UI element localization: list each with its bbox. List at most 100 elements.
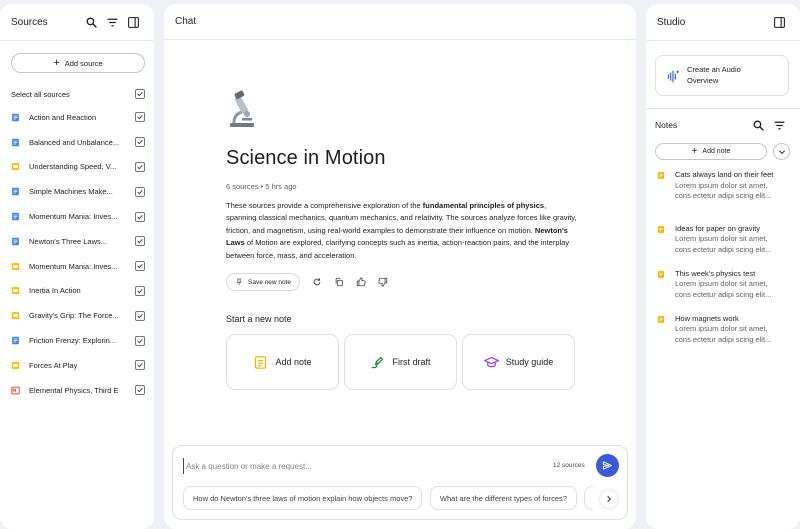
study-guide-card[interactable]: Study guide xyxy=(462,334,575,391)
source-item[interactable]: Forces At Play xyxy=(0,353,154,378)
copy-icon[interactable] xyxy=(328,273,350,291)
note-icon xyxy=(658,270,664,278)
document-icon xyxy=(12,113,19,122)
source-item[interactable]: Elemental Physics, Third E xyxy=(0,378,154,403)
chevron-right-icon xyxy=(607,495,612,503)
regenerate-icon[interactable] xyxy=(306,273,328,291)
source-checkbox[interactable] xyxy=(135,236,145,247)
note-item[interactable]: Ideas for paper on gravity Lorem ipsum do… xyxy=(657,215,790,260)
suggestion-chip[interactable]: What are the different types of forces? xyxy=(429,486,577,510)
source-label: Simple Machines Make... xyxy=(29,187,113,197)
notebook-title: Science in Motion xyxy=(226,147,386,169)
pin-icon xyxy=(236,278,242,286)
source-checkbox[interactable] xyxy=(135,360,145,371)
source-checkbox[interactable] xyxy=(135,137,145,148)
source-item[interactable]: Gravity's Grip: The Force... xyxy=(0,303,154,328)
source-item[interactable]: Balanced and Unbalance... xyxy=(0,130,154,155)
notebook-meta: 6 sources • 5 hrs ago xyxy=(226,182,297,191)
save-note-button[interactable]: Save new note xyxy=(226,273,301,292)
audio-overview-line-1: Create an Audio xyxy=(687,65,741,74)
summary-text-3: of Motion are explored, clarifying conce… xyxy=(226,238,570,260)
slides-icon xyxy=(11,287,20,295)
chat-input[interactable] xyxy=(183,458,523,474)
source-checkbox[interactable] xyxy=(135,186,145,197)
send-button[interactable] xyxy=(596,454,619,477)
audio-overview-button[interactable]: Create an Audio Overview xyxy=(655,55,789,96)
add-note-row: + Add note xyxy=(655,143,790,160)
note-title: Cats always land on their feet xyxy=(675,170,774,179)
note-text: This week's physics test Lorem ipsum dolo… xyxy=(675,269,785,306)
summary-actions: Save new note xyxy=(226,273,578,292)
source-checkbox[interactable] xyxy=(135,310,145,321)
source-item[interactable]: Inertia In Action xyxy=(0,279,154,304)
note-title: How magnets work xyxy=(675,313,739,323)
note-preview: Lorem ipsum dolor sit amet, cons ectetur… xyxy=(675,324,772,344)
studio-panel: Studio Create an Audio Overview Notes + xyxy=(646,4,800,529)
microscope-icon xyxy=(230,90,254,127)
source-item[interactable]: Newton's Three Laws... xyxy=(0,229,154,254)
chevron-down-icon xyxy=(778,149,785,154)
search-icon[interactable] xyxy=(749,116,767,134)
chat-panel: Chat Science in Motion 6 sources • 5 hrs… xyxy=(164,4,636,529)
add-note-button[interactable]: + Add note xyxy=(655,143,767,160)
source-checkbox[interactable] xyxy=(135,261,145,272)
notes-list: Cats always land on their feet Lorem ipsu… xyxy=(646,170,800,350)
add-note-card[interactable]: Add note xyxy=(226,334,339,391)
note-text: Ideas for paper on gravity Lorem ipsum do… xyxy=(675,224,785,261)
study-guide-card-label: Study guide xyxy=(505,357,554,368)
select-all-checkbox[interactable] xyxy=(135,89,145,99)
next-suggestions-button[interactable] xyxy=(600,490,618,508)
source-label: Elemental Physics, Third E xyxy=(29,385,119,395)
source-label: Friction Frenzy: Explorin... xyxy=(29,336,117,346)
source-item[interactable]: Momentum Mania: Inves... xyxy=(0,254,154,279)
sources-header: Sources xyxy=(0,4,154,40)
first-draft-card[interactable]: First draft xyxy=(344,334,457,391)
studio-header: Studio xyxy=(646,4,800,40)
studio-title: Studio xyxy=(657,16,686,28)
document-icon xyxy=(12,188,19,196)
collapse-panel-icon[interactable] xyxy=(770,13,788,31)
first-draft-card-label: First draft xyxy=(392,357,431,368)
add-source-button[interactable]: + Add source xyxy=(11,53,145,73)
note-item[interactable]: How magnets work Lorem ipsum dolor sit am… xyxy=(657,305,790,350)
select-all-label: Select all sources xyxy=(11,89,70,99)
sources-panel: Sources + Add source Select all sources … xyxy=(0,4,154,529)
draft-icon xyxy=(371,356,384,369)
source-checkbox[interactable] xyxy=(135,211,145,222)
note-icon xyxy=(658,172,664,179)
thumbs-down-icon[interactable] xyxy=(372,273,394,291)
note-item[interactable]: This week's physics test Lorem ipsum dolo… xyxy=(657,260,790,305)
suggestion-chip[interactable] xyxy=(584,486,593,510)
suggestion-chip[interactable]: How do Newton's three laws of motion exp… xyxy=(183,486,423,510)
document-icon xyxy=(12,336,19,345)
note-item[interactable]: Cats always land on their feet Lorem ipsu… xyxy=(657,170,790,215)
source-checkbox[interactable] xyxy=(135,335,145,346)
note-text: Cats always land on their feet Lorem ipsu… xyxy=(675,170,785,215)
source-item[interactable]: Action and Reaction xyxy=(0,105,154,130)
collapse-panel-icon[interactable] xyxy=(124,13,142,31)
source-item[interactable]: Understanding Speed, V... xyxy=(0,155,154,180)
source-item[interactable]: Simple Machines Make... xyxy=(0,179,154,204)
pdf-icon xyxy=(11,386,20,394)
select-all-row[interactable]: Select all sources xyxy=(0,83,154,105)
source-label: Gravity's Grip: The Force... xyxy=(29,311,119,321)
source-checkbox[interactable] xyxy=(135,112,145,123)
source-label: Forces At Play xyxy=(29,360,78,370)
expand-notes-button[interactable] xyxy=(773,143,790,160)
add-source-label: Add source xyxy=(64,58,103,68)
filter-icon[interactable] xyxy=(770,116,788,134)
add-note-label: Add note xyxy=(702,148,731,155)
save-note-label: Save new note xyxy=(248,278,292,286)
filter-icon[interactable] xyxy=(103,13,121,31)
source-checkbox[interactable] xyxy=(135,285,145,296)
note-icon xyxy=(658,225,664,233)
suggestion-list: How do Newton's three laws of motion exp… xyxy=(183,486,593,512)
source-checkbox[interactable] xyxy=(135,385,145,396)
source-item[interactable]: Momentum Mania: Inves... xyxy=(0,204,154,229)
thumbs-up-icon[interactable] xyxy=(350,273,372,291)
search-icon[interactable] xyxy=(82,13,100,31)
note-preview: Lorem ipsum dolor sit amet, cons ectetur… xyxy=(675,279,772,299)
source-item[interactable]: Friction Frenzy: Explorin... xyxy=(0,328,154,353)
source-checkbox[interactable] xyxy=(135,161,145,172)
note-icon xyxy=(255,355,267,369)
